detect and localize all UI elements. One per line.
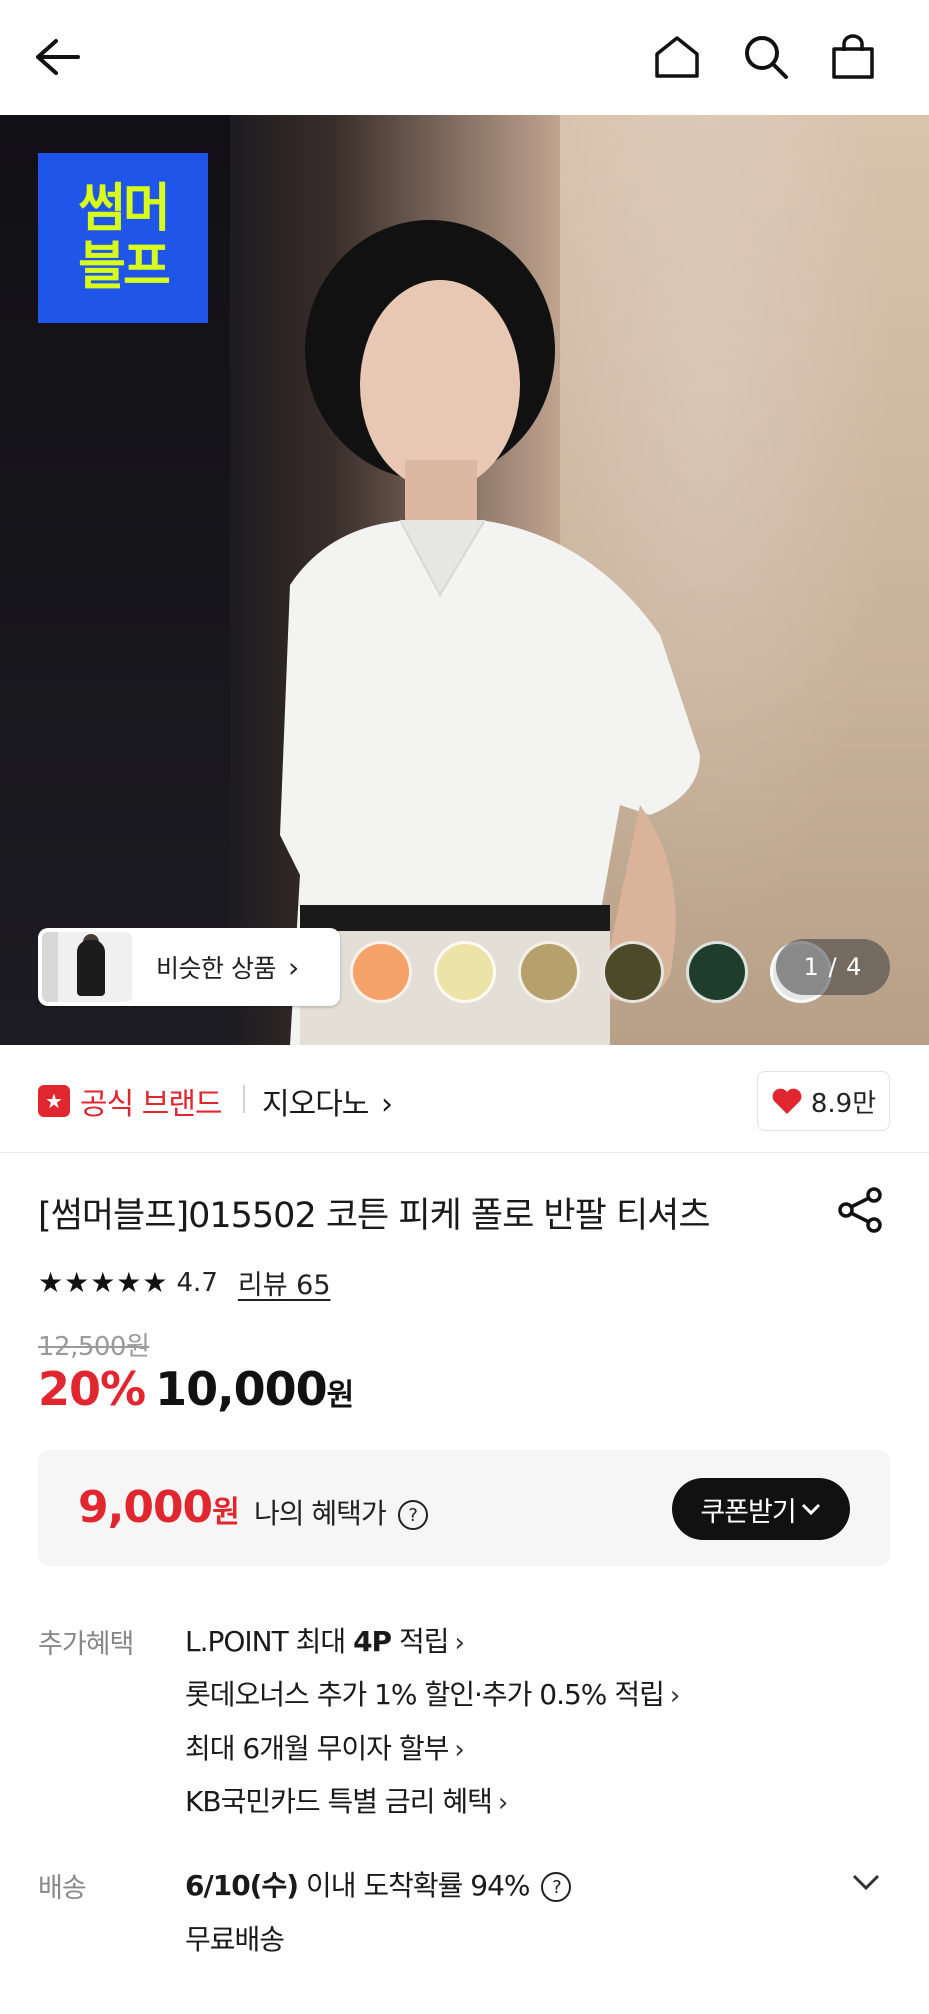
- benefit-item-installment[interactable]: 최대 6개월 무이자 할부 ›: [185, 1727, 465, 1767]
- original-price: 12,500원: [38, 1332, 150, 1362]
- rating-row: ★★★★★ 4.7 리뷰 65: [38, 1263, 331, 1302]
- top-navigation-bar: [0, 0, 929, 115]
- similar-product-thumbnail: [42, 932, 132, 1002]
- chevron-right-icon: ›: [454, 1628, 465, 1658]
- benefit-label: 나의 혜택가 ?: [254, 1492, 428, 1532]
- extra-benefits-label: 추가혜택: [38, 1629, 134, 1660]
- color-swatch-dark-green[interactable]: [686, 941, 748, 1003]
- coupon-button-label: 쿠폰받기: [700, 1496, 796, 1528]
- benefit-label-text: 나의 혜택가: [254, 1497, 387, 1530]
- brand-name: 지오다노: [262, 1087, 369, 1122]
- free-shipping: 무료배송: [185, 1923, 285, 1956]
- help-icon[interactable]: ?: [541, 1872, 572, 1902]
- benefit-item-lotte-owners[interactable]: 롯데오너스 추가 1% 할인·추가 0.5% 적립 ›: [185, 1673, 680, 1713]
- cart-button[interactable]: [818, 22, 888, 92]
- summer-black-friday-logo: 썸머 블프: [38, 153, 208, 323]
- benefit-text: 최대 6개월 무이자 할부: [185, 1732, 449, 1765]
- arrival-probability: 이내 도착확률 94%: [298, 1869, 531, 1902]
- similar-products-button[interactable]: 비슷한 상품 ›: [38, 928, 340, 1006]
- benefit-price: 9,000원: [78, 1482, 240, 1533]
- color-swatch-cream[interactable]: [434, 941, 496, 1003]
- share-icon: [838, 1187, 882, 1233]
- official-brand-label: 공식 브랜드: [80, 1087, 223, 1122]
- my-benefit-price-box: 9,000원 나의 혜택가 ? 쿠폰받기: [38, 1450, 890, 1566]
- benefit-text: L.POINT 최대: [185, 1625, 354, 1658]
- home-button[interactable]: [642, 22, 712, 92]
- official-brand-badge: ★ 공식 브랜드: [38, 1079, 223, 1123]
- home-icon: [655, 36, 699, 78]
- price-row: 20% 10,000 원: [38, 1362, 354, 1416]
- price-unit: 원: [326, 1378, 355, 1413]
- benefit-suffix: 적립: [391, 1625, 450, 1658]
- sale-price: 10,000: [155, 1362, 328, 1416]
- chevron-right-icon: ›: [287, 950, 300, 984]
- search-icon: [745, 36, 788, 79]
- rating-value: 4.7: [176, 1267, 218, 1298]
- product-image-carousel[interactable]: 썸머 블프 비슷한 상품 › 1 / 4: [0, 115, 929, 1045]
- shipping-label: 배송: [38, 1873, 87, 1904]
- share-button[interactable]: [836, 1186, 884, 1234]
- brand-row: ★ 공식 브랜드 지오다노 › 8.9만: [0, 1045, 929, 1153]
- shipping-expand-button[interactable]: [848, 1864, 884, 1900]
- chevron-down-icon: [801, 1503, 820, 1516]
- benefit-text: 롯데오너스 추가 1% 할인·추가 0.5% 적립: [185, 1678, 665, 1711]
- product-title: [썸머블프]015502 코튼 피케 폴로 반팔 티셔츠: [38, 1196, 711, 1236]
- like-button[interactable]: 8.9만: [757, 1071, 890, 1131]
- reviews-link[interactable]: 리뷰 65: [238, 1263, 331, 1302]
- logo-text-line2: 블프: [78, 237, 171, 297]
- benefit-price-value: 9,000: [78, 1482, 213, 1533]
- benefit-text: KB국민카드 특별 금리 혜택: [185, 1785, 493, 1818]
- logo-text-line1: 썸머: [78, 179, 171, 239]
- shipping-date: 6/10(수): [185, 1869, 299, 1902]
- divider: [243, 1085, 245, 1113]
- arrow-left-icon: [36, 39, 80, 75]
- star-rating-icons: ★★★★★: [38, 1266, 169, 1299]
- discount-rate: 20%: [38, 1362, 146, 1416]
- back-button[interactable]: [22, 22, 92, 92]
- like-count: 8.9만: [810, 1088, 877, 1119]
- chevron-right-icon: ›: [497, 1788, 508, 1818]
- shopping-bag-icon: [832, 34, 874, 79]
- benefit-item-lpoint[interactable]: L.POINT 최대 4P 적립 ›: [185, 1620, 465, 1660]
- help-icon[interactable]: ?: [397, 1500, 428, 1530]
- official-star-icon: ★: [38, 1085, 70, 1117]
- shipping-arrival: 6/10(수) 이내 도착확률 94% ?: [185, 1864, 572, 1904]
- chevron-right-icon: ›: [380, 1087, 393, 1122]
- chevron-right-icon: ›: [669, 1681, 680, 1711]
- benefit-price-unit: 원: [212, 1495, 240, 1530]
- chevron-right-icon: ›: [454, 1735, 464, 1765]
- benefit-item-kb-card[interactable]: KB국민카드 특별 금리 혜택 ›: [185, 1780, 508, 1820]
- color-swatch-beige[interactable]: [518, 941, 580, 1003]
- image-page-counter: 1 / 4: [776, 939, 890, 995]
- search-button[interactable]: [731, 22, 801, 92]
- color-swatch-orange[interactable]: [350, 941, 412, 1003]
- heart-icon: [772, 1088, 802, 1114]
- color-swatch-olive[interactable]: [602, 941, 664, 1003]
- get-coupon-button[interactable]: 쿠폰받기: [672, 1478, 850, 1540]
- similar-products-label: 비슷한 상품: [156, 954, 276, 983]
- chevron-down-icon: [852, 1874, 880, 1891]
- brand-name-link[interactable]: 지오다노 ›: [262, 1079, 393, 1123]
- benefit-bold: 4P: [353, 1625, 392, 1658]
